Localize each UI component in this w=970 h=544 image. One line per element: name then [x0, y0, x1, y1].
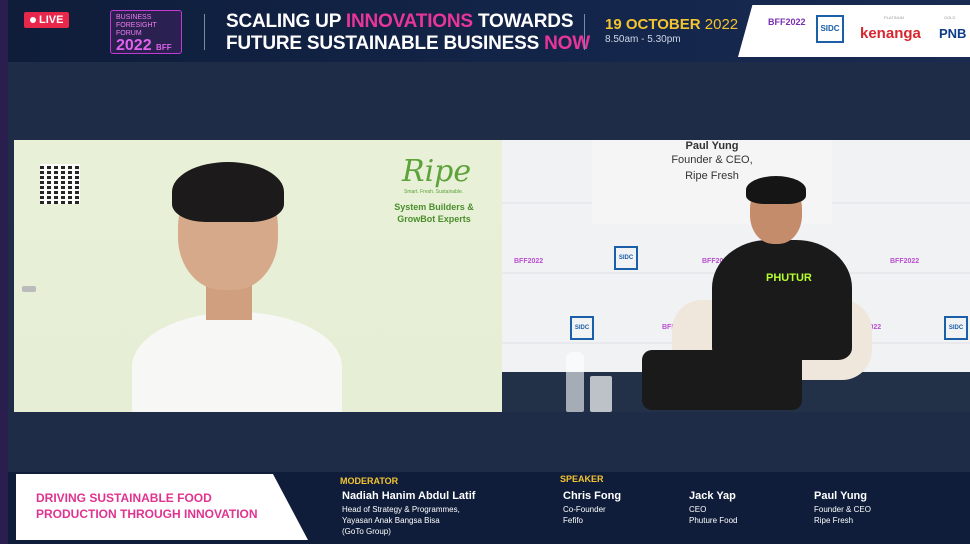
- video-pane-right: Paul Yung Founder & CEO, Ripe Fresh BFF2…: [502, 140, 970, 412]
- event-logo: BUSINESS FORESIGHT FORUM 2022 BFF: [110, 10, 182, 54]
- speaker-name: Jack Yap: [689, 490, 736, 502]
- ripe-slogan: System Builders &: [394, 202, 474, 212]
- sidc-logo: SIDC: [816, 15, 844, 43]
- pnb-logo: PNB: [939, 26, 967, 41]
- moderator-role: Head of Strategy & Programmes,: [342, 505, 460, 514]
- backdrop-sidc-logo: SIDC: [614, 246, 638, 270]
- ripe-logo: Ripe: [402, 154, 472, 189]
- speaker-name: Chris Fong: [563, 490, 622, 502]
- sponsor-strip: BFF2022 SIDC PLATINUM kenanga GOLD PNB: [738, 5, 970, 57]
- backdrop-bff-logo: BFF2022: [514, 258, 544, 265]
- moderator-group: (GoTo Group): [342, 527, 391, 536]
- backdrop-sidc-logo: SIDC: [570, 316, 594, 340]
- bff-logo: BFF2022: [768, 17, 806, 27]
- stream-frame: LIVE BUSINESS FORESIGHT FORUM 2022 BFF S…: [0, 0, 970, 544]
- speaker-name-on-screen: Paul Yung: [685, 140, 739, 152]
- live-badge: LIVE: [24, 12, 70, 28]
- speaker-video-right: PHUTUR: [642, 176, 882, 412]
- lower-third: DRIVING SUSTAINABLE FOOD PRODUCTION THRO…: [8, 472, 970, 544]
- divider: [204, 14, 205, 50]
- speaker-role: CEO: [689, 505, 707, 514]
- speaker-role: Founder & CEO: [814, 505, 871, 514]
- divider: [584, 14, 585, 50]
- video-pane-left: Ripe Smart. Fresh. Sustainable. System B…: [14, 140, 502, 412]
- event-headline: SCALING UP INNOVATIONS TOWARDS FUTURE SU…: [226, 11, 590, 54]
- event-time: 8.50am - 5.30pm: [605, 34, 681, 45]
- top-banner: LIVE BUSINESS FORESIGHT FORUM 2022 BFF S…: [8, 0, 970, 62]
- live-dot-icon: [30, 17, 36, 24]
- speaker-video-left: [132, 162, 342, 412]
- speaker-role: Co-Founder: [563, 505, 606, 514]
- moderator-org: Yayasan Anak Bangsa Bisa: [342, 516, 440, 525]
- speaker-company: Ripe Fresh: [814, 516, 854, 525]
- event-logo-year: 2022 BFF: [116, 37, 172, 54]
- water-glass: [590, 376, 612, 412]
- speaker-company: Phuture Food: [689, 516, 738, 525]
- backdrop-bff-logo: BFF2022: [890, 258, 920, 265]
- speaker-company: Fefifo: [563, 516, 584, 525]
- moderator-label: MODERATOR: [340, 476, 399, 486]
- moderator-name: Nadiah Hanim Abdul Latif: [342, 490, 476, 502]
- kenanga-logo: kenanga: [860, 25, 921, 42]
- speaker-label: SPEAKER: [560, 474, 604, 484]
- speaker-role-on-screen: Founder & CEO,: [671, 154, 753, 166]
- session-topic: DRIVING SUSTAINABLE FOOD PRODUCTION THRO…: [36, 491, 258, 521]
- ripe-slogan: GrowBot Experts: [397, 214, 471, 224]
- qr-code-icon: [40, 164, 80, 204]
- water-bottle: [566, 352, 584, 412]
- backdrop-sidc-logo: SIDC: [944, 316, 968, 340]
- video-tag: [22, 286, 36, 292]
- event-date: 19 OCTOBER 2022: [605, 16, 739, 33]
- speaker-name: Paul Yung: [814, 490, 867, 502]
- ripe-tagline: Smart. Fresh. Sustainable.: [404, 189, 464, 195]
